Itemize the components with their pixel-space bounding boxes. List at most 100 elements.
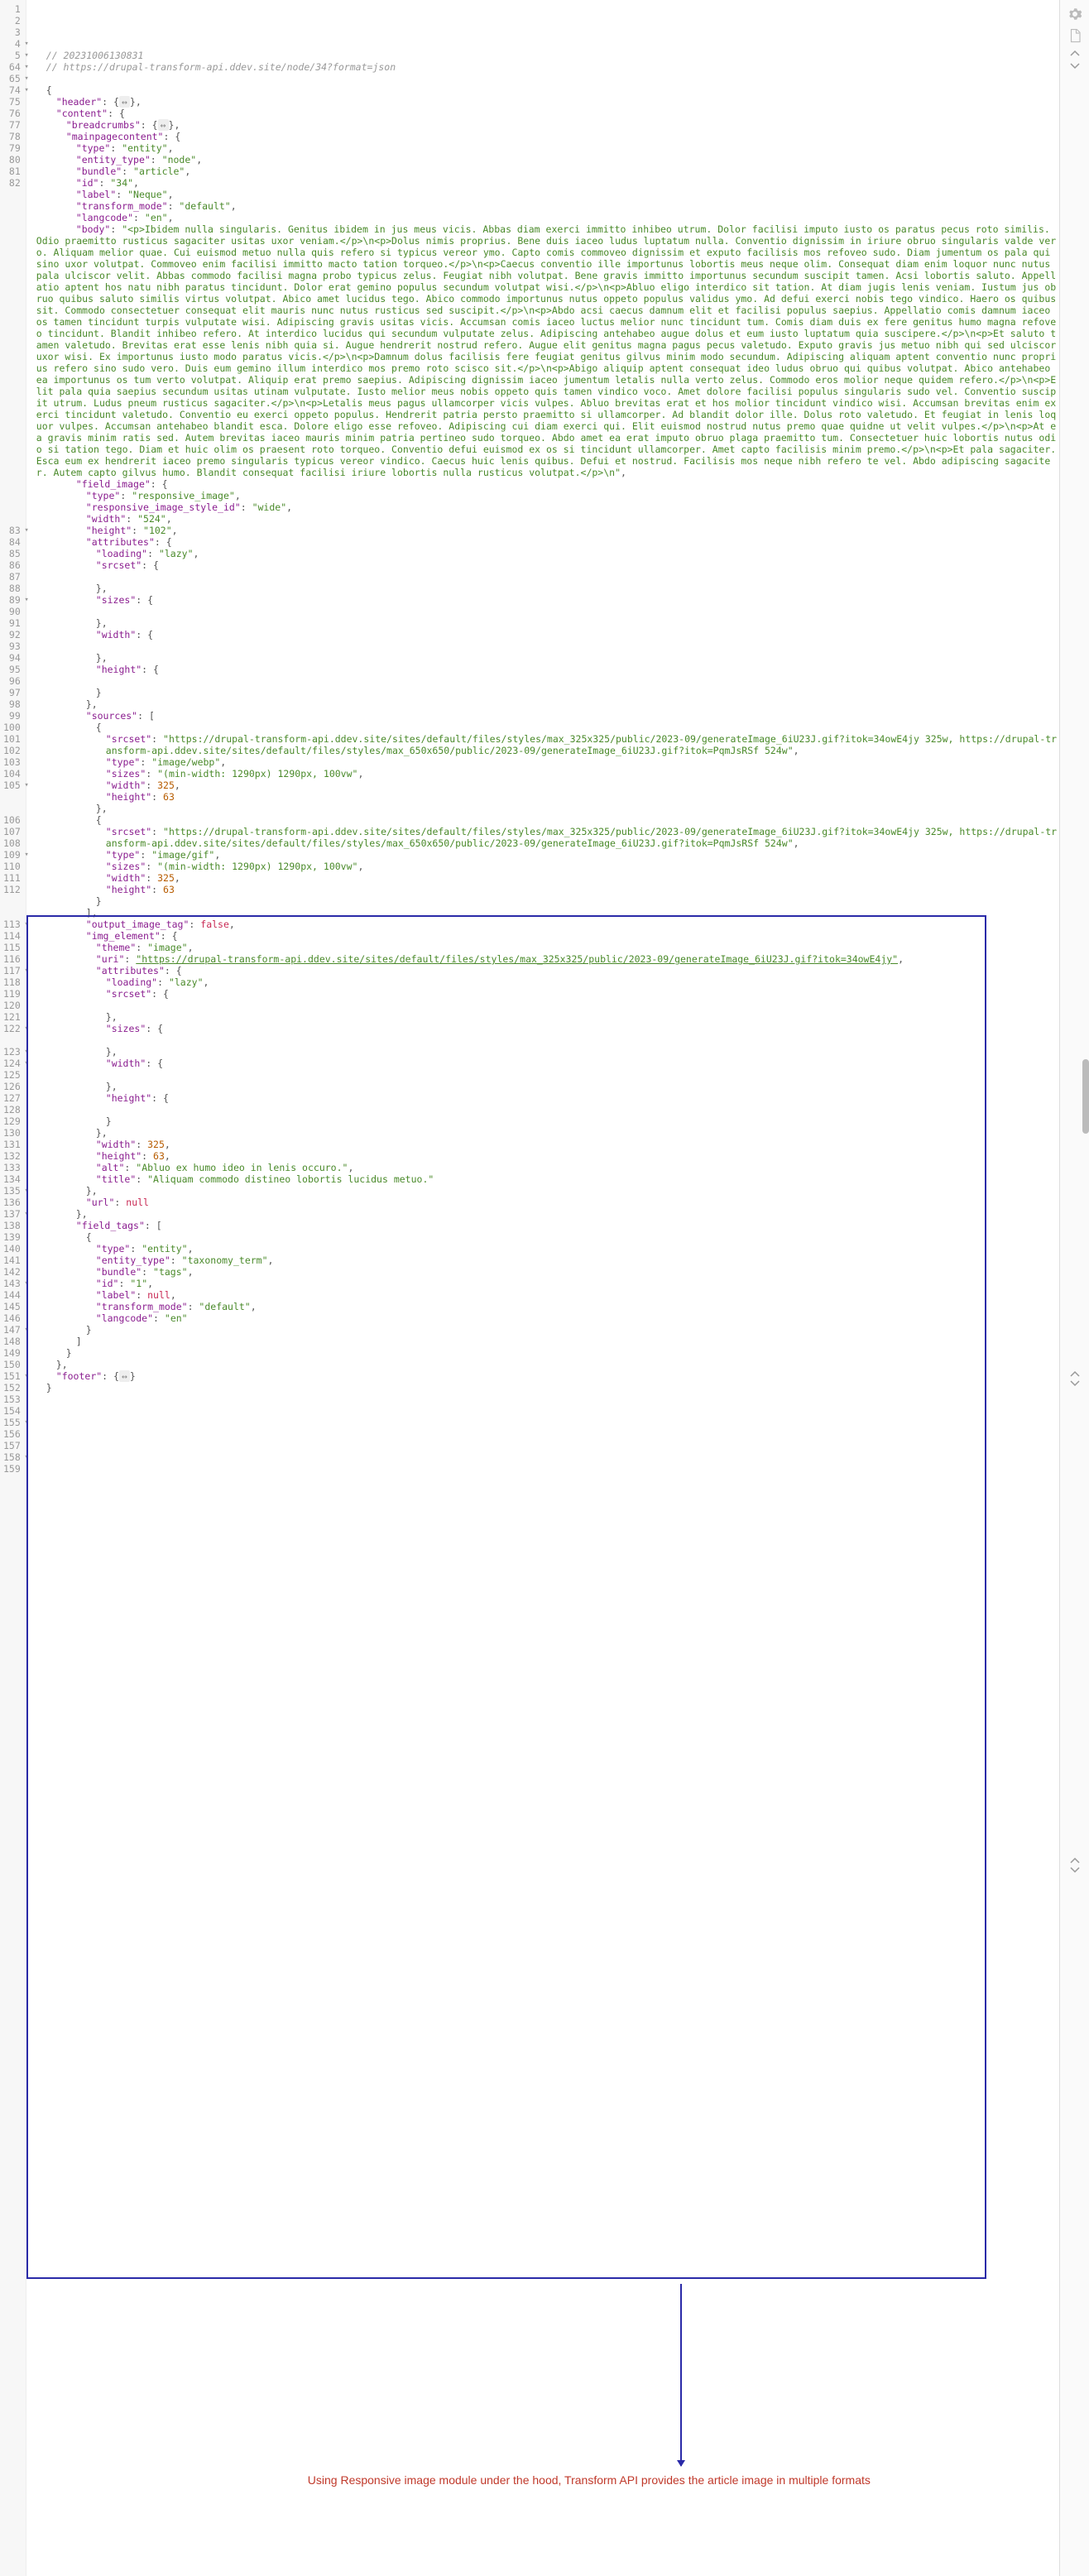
code-line: "breadcrumbs": {↔},: [36, 119, 1059, 131]
line-number: 149: [3, 1347, 21, 1359]
code-line: "srcset": "https://drupal-transform-api.…: [36, 733, 1059, 756]
line-number: 92: [3, 629, 21, 640]
line-number: 148: [3, 1336, 21, 1347]
line-number: 77: [3, 119, 21, 131]
line-number: 110: [3, 861, 21, 872]
line-number: 123▾: [3, 1046, 21, 1058]
chevron-up-icon[interactable]: [1070, 1370, 1080, 1377]
code-line: "type": "entity",: [36, 142, 1059, 154]
scrollbar-track[interactable]: [1081, 0, 1089, 2576]
code-line: }: [36, 895, 1059, 907]
line-number: 4▾: [3, 38, 21, 50]
line-number: 153: [3, 1394, 21, 1405]
code-line: "alt": "Abluo ex humo ideo in lenis occu…: [36, 1162, 1059, 1173]
code-line: [36, 571, 1059, 583]
line-number: 126: [3, 1081, 21, 1092]
line-gutter: 1234▾5▾64▾65▾74▾757677787980818283▾84858…: [0, 0, 26, 2576]
line-number: 84: [3, 536, 21, 548]
code-line: "sizes": {: [36, 1023, 1059, 1034]
chevron-down-icon[interactable]: [1070, 63, 1080, 70]
code-line: "width": "524",: [36, 513, 1059, 525]
code-line: "width": 325,: [36, 780, 1059, 791]
code-line: "transform_mode": "default",: [36, 1301, 1059, 1312]
code-line: "theme": "image",: [36, 942, 1059, 953]
code-line: "loading": "lazy",: [36, 976, 1059, 988]
code-line: "url": null: [36, 1197, 1059, 1208]
line-number: 80: [3, 154, 21, 165]
code-line: },: [36, 1185, 1059, 1197]
scrollbar-thumb[interactable]: [1082, 1059, 1089, 1134]
code-line: "sources": [: [36, 710, 1059, 722]
annotation-arrow: [680, 2284, 682, 2466]
line-number: 159: [3, 1463, 21, 1475]
code-line: "srcset": {: [36, 988, 1059, 1000]
gear-icon[interactable]: [1067, 7, 1082, 22]
chevron-down-icon[interactable]: [1070, 1867, 1080, 1873]
line-number: 95: [3, 664, 21, 675]
chevron-up-icon[interactable]: [1070, 1857, 1080, 1864]
line-number: 78: [3, 131, 21, 142]
code-line: }: [36, 687, 1059, 698]
file-icon[interactable]: [1067, 28, 1082, 43]
line-number: 141: [3, 1254, 21, 1266]
line-number: 147▾: [3, 1324, 21, 1336]
line-number: 3: [3, 26, 21, 38]
code-line: "field_image": {: [36, 478, 1059, 490]
code-line: "width": 325,: [36, 872, 1059, 884]
line-number: 146: [3, 1312, 21, 1324]
line-number: 79: [3, 142, 21, 154]
line-number: 85: [3, 548, 21, 559]
line-number: 82: [3, 177, 21, 525]
code-line: "attributes": {: [36, 536, 1059, 548]
code-line: [36, 1000, 1059, 1011]
code-line: "field_tags": [: [36, 1220, 1059, 1231]
line-number: 143▾: [3, 1278, 21, 1289]
line-number: 152: [3, 1382, 21, 1394]
line-number: 86: [3, 559, 21, 571]
code-line: "entity_type": "node",: [36, 154, 1059, 165]
code-line: "width": 325,: [36, 1139, 1059, 1150]
line-number: 108: [3, 837, 21, 849]
line-number: 131: [3, 1139, 21, 1150]
code-line: "height": {: [36, 664, 1059, 675]
line-number: 89▾: [3, 594, 21, 606]
line-number: 151▾: [3, 1370, 21, 1382]
code-line: "sizes": "(min-width: 1290px) 1290px, 10…: [36, 768, 1059, 780]
code-line: "height": 63: [36, 791, 1059, 803]
line-number: 109▾: [3, 849, 21, 861]
annotation-caption: Using Responsive image module under the …: [308, 2474, 655, 2486]
code-area[interactable]: Using Responsive image module under the …: [26, 0, 1059, 2576]
line-number: 93: [3, 640, 21, 652]
code-line: "attributes": {: [36, 965, 1059, 976]
chevron-up-icon[interactable]: [1070, 50, 1080, 56]
code-line: "type": "responsive_image",: [36, 490, 1059, 501]
chevron-down-icon[interactable]: [1070, 1380, 1080, 1387]
code-line: "header": {↔},: [36, 96, 1059, 108]
code-line: // 20231006130831: [36, 50, 1059, 61]
line-number: 138: [3, 1220, 21, 1231]
line-number: 102: [3, 745, 21, 756]
line-number: 74▾: [3, 84, 21, 96]
line-number: 1: [3, 3, 21, 15]
editor-sidebar: [1059, 0, 1089, 2576]
line-number: 83▾: [3, 525, 21, 536]
code-line: "width": {: [36, 1058, 1059, 1069]
line-number: 107: [3, 826, 21, 837]
line-number: 64▾: [3, 61, 21, 73]
line-number: 96: [3, 675, 21, 687]
code-line: "uri": "https://drupal-transform-api.dde…: [36, 953, 1059, 965]
code-line: "type": "entity",: [36, 1243, 1059, 1254]
line-number: 112: [3, 884, 21, 919]
code-line: "height": 63: [36, 884, 1059, 895]
code-line: "label": null,: [36, 1289, 1059, 1301]
line-number: 111: [3, 872, 21, 884]
code-line: },: [36, 698, 1059, 710]
code-line: "entity_type": "taxonomy_term",: [36, 1254, 1059, 1266]
line-number: 105▾: [3, 780, 21, 814]
line-number: 122▾: [3, 1023, 21, 1046]
code-line: ]: [36, 1336, 1059, 1347]
line-number: 88: [3, 583, 21, 594]
line-number: 130: [3, 1127, 21, 1139]
code-line: [36, 640, 1059, 652]
line-number: 113▾: [3, 919, 21, 930]
